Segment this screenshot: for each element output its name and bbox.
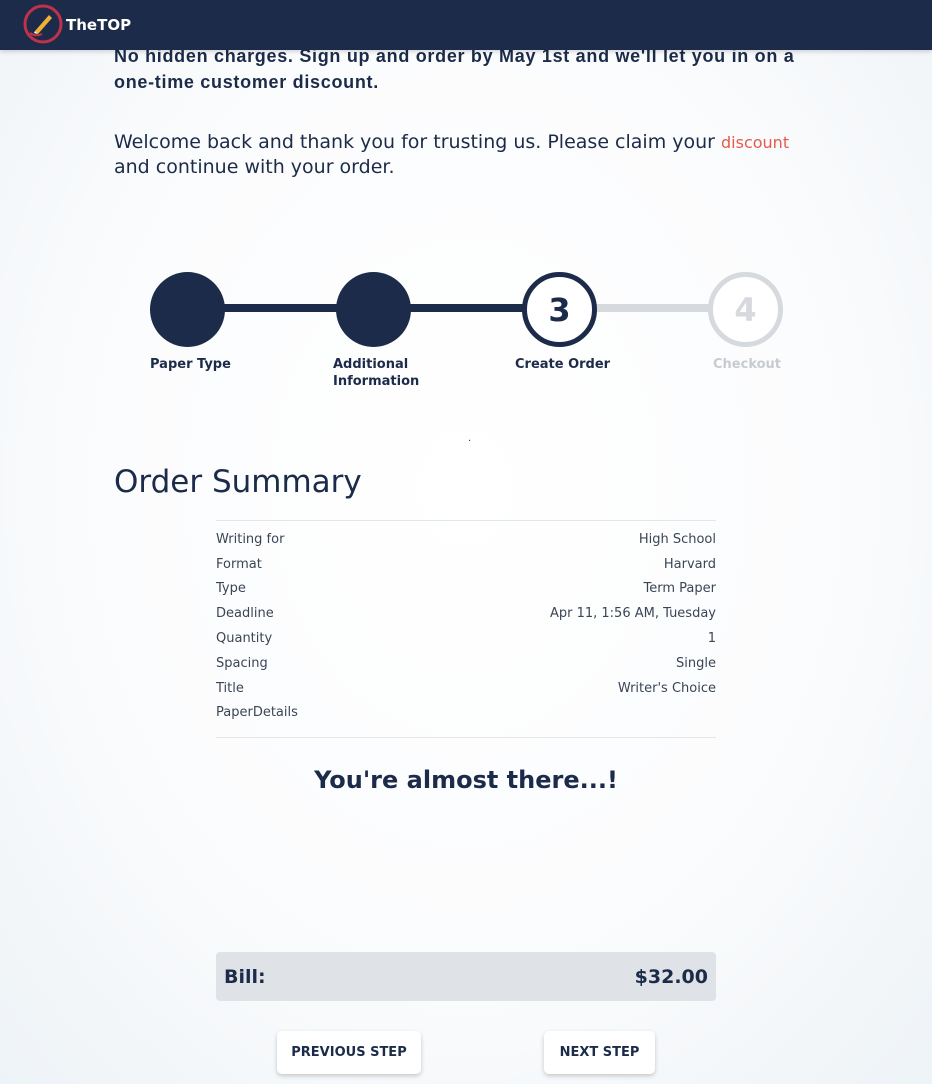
summary-label: Writing for (216, 531, 285, 547)
discount-link[interactable]: discount (721, 133, 789, 152)
summary-value: Term Paper (643, 581, 716, 597)
summary-label: PaperDetails (216, 705, 298, 721)
previous-step-button[interactable]: PREVIOUS STEP (277, 1031, 421, 1074)
summary-value: Harvard (663, 556, 716, 572)
bill-label: Bill: (224, 965, 266, 988)
promo-banner: No hidden charges. Sign up and order by … (114, 46, 795, 92)
step-3-label: Create Order (515, 357, 611, 372)
welcome-text-after: and continue with your order. (114, 156, 395, 178)
step-4-label: Checkout (713, 357, 782, 372)
summary-row: Writing for High School (216, 527, 716, 552)
summary-row: PaperDetails (216, 701, 716, 726)
step-1-label: Paper Type (150, 357, 231, 372)
step-2-label: Additional Information (333, 357, 420, 389)
divider-dot: . (468, 433, 472, 444)
summary-value: 1 (707, 631, 716, 647)
summary-label: Deadline (216, 606, 274, 622)
summary-label: Title (216, 680, 244, 696)
bill-amount: $32.00 (634, 965, 708, 988)
top-navbar: TheTOP (0, 0, 932, 50)
summary-row: Format Harvard (216, 552, 716, 577)
almost-there-heading: You're almost there...! (314, 766, 618, 794)
summary-value: High School (638, 531, 716, 547)
bill-total: Bill: $32.00 (216, 952, 716, 1001)
step-3-circle[interactable]: 3 (522, 272, 597, 347)
summary-value: Apr 11, 1:56 AM, Tuesday (549, 606, 716, 622)
step-4-circle: 4 (708, 272, 783, 347)
brand-logo-icon[interactable] (22, 3, 64, 45)
summary-label: Spacing (216, 655, 268, 671)
summary-label: Type (216, 581, 246, 597)
welcome-text-before: Welcome back and thank you for trusting … (114, 131, 722, 153)
order-summary-table: Writing for High School Format Harvard T… (216, 520, 716, 739)
summary-label: Quantity (216, 631, 273, 647)
next-step-button[interactable]: NEXT STEP (544, 1031, 655, 1074)
summary-value: Single (676, 655, 716, 671)
order-progress-stepper: 3 4 Paper Type Additional Information Cr… (0, 270, 932, 400)
summary-label: Format (216, 556, 262, 572)
summary-row: Deadline Apr 11, 1:56 AM, Tuesday (216, 601, 716, 626)
summary-row: Quantity 1 (216, 626, 716, 651)
brand-name[interactable]: TheTOP (66, 16, 131, 34)
summary-row: Spacing Single (216, 651, 716, 676)
summary-row: Type Term Paper (216, 577, 716, 602)
summary-value: Writer's Choice (617, 680, 716, 696)
step-1-circle[interactable] (150, 272, 225, 347)
summary-row: Title Writer's Choice (216, 676, 716, 701)
welcome-message: Welcome back and thank you for trusting … (114, 130, 829, 180)
order-summary-title: Order Summary (114, 464, 362, 500)
step-2-circle[interactable] (336, 272, 411, 347)
